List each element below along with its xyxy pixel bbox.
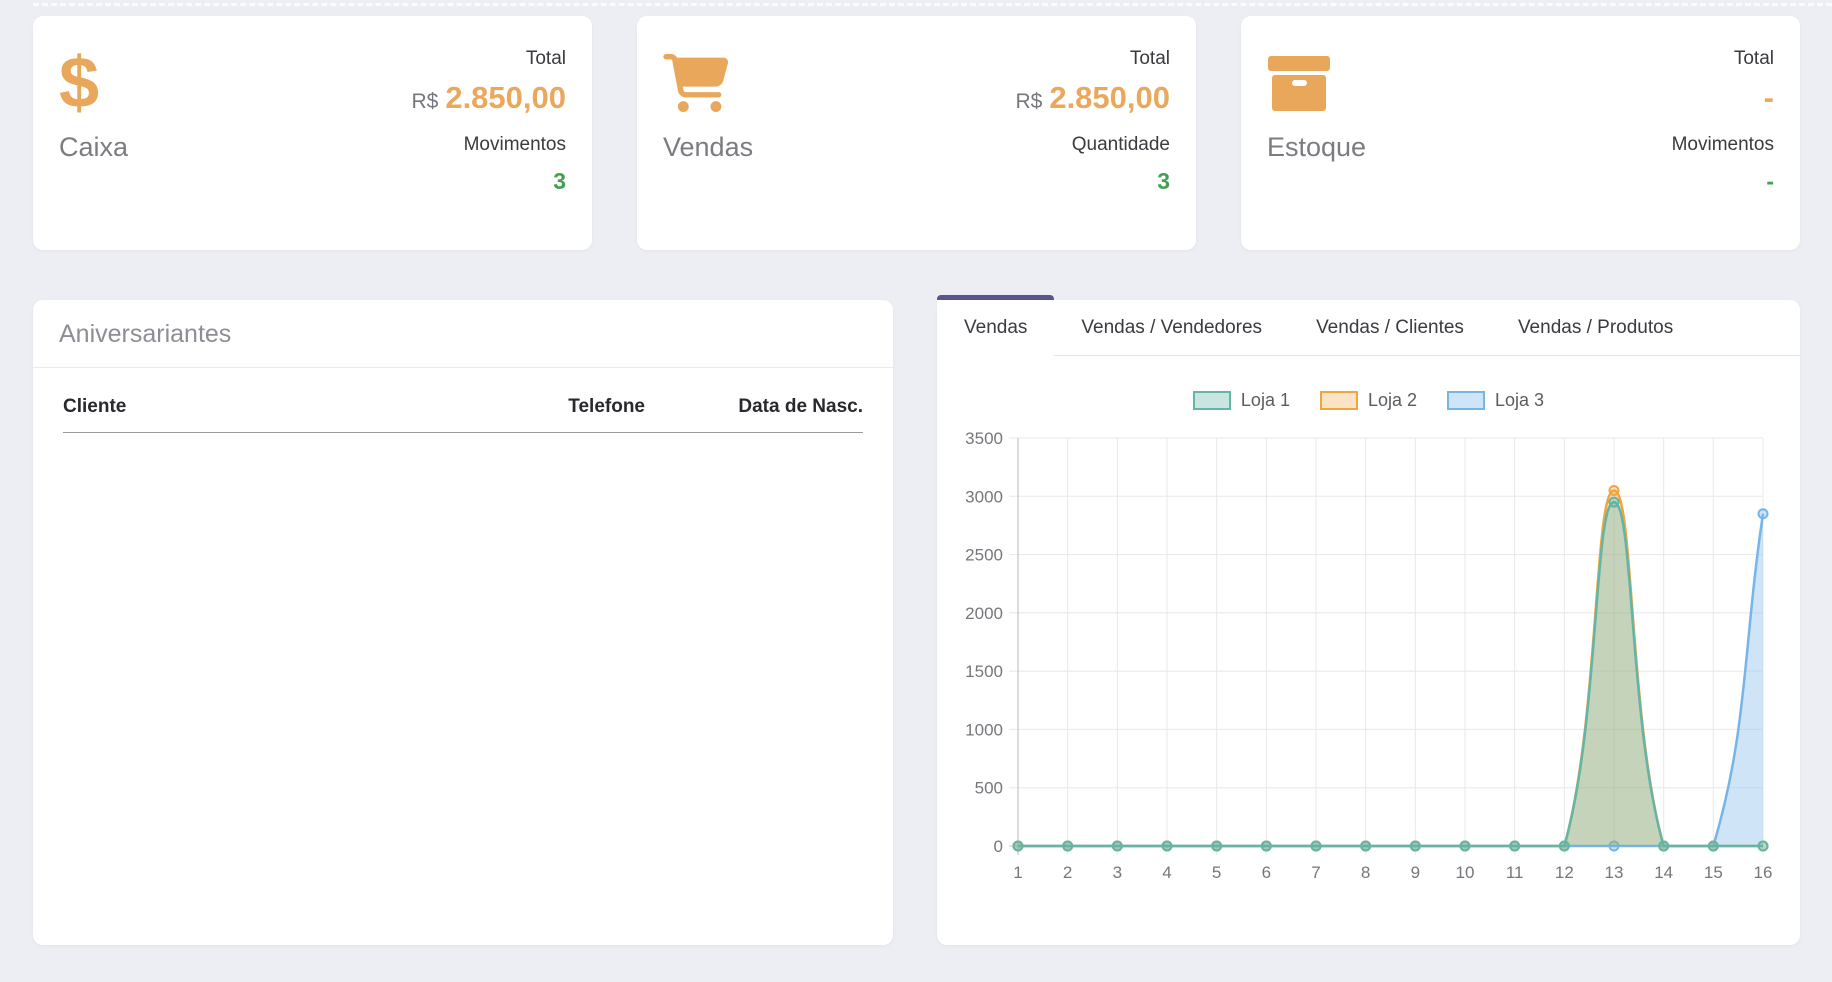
svg-text:12: 12 [1555,863,1574,882]
svg-text:14: 14 [1654,863,1673,882]
dashboard-page: $ Caixa Total R$ 2.850,00 Movimentos 3 Ve… [0,0,1832,982]
sales-tabs: Vendas Vendas / Vendedores Vendas / Clie… [937,300,1800,356]
total-value: 2.850,00 [445,80,566,115]
svg-text:13: 13 [1605,863,1624,882]
svg-text:15: 15 [1704,863,1723,882]
svg-text:1: 1 [1013,863,1022,882]
birthdays-table: Cliente Telefone Data de Nasc. [63,396,863,433]
svg-text:500: 500 [975,779,1003,798]
svg-text:11: 11 [1506,863,1524,882]
count-label: Movimentos [1672,134,1774,156]
sales-chart-panel: Vendas Vendas / Vendedores Vendas / Clie… [937,300,1800,945]
svg-text:4: 4 [1162,863,1171,882]
svg-text:3500: 3500 [965,429,1003,448]
card-title: Caixa [59,132,128,163]
dollar-icon: $ [59,40,128,126]
count-value: 3 [553,168,566,195]
card-title: Estoque [1267,132,1366,163]
svg-text:0: 0 [994,837,1003,856]
total-label: Total [1734,48,1774,70]
currency-prefix: R$ [1015,90,1042,113]
legend-swatch [1193,391,1231,410]
count-value: 3 [1157,168,1170,195]
legend-item[interactable]: Loja 2 [1320,390,1417,411]
legend-label: Loja 1 [1241,390,1290,411]
count-label: Quantidade [1072,134,1170,156]
svg-text:2000: 2000 [965,604,1003,623]
svg-text:5: 5 [1212,863,1221,882]
legend-swatch [1320,391,1358,410]
tab-vendas-produtos[interactable]: Vendas / Produtos [1491,300,1700,356]
tab-vendas-vendedores[interactable]: Vendas / Vendedores [1054,300,1289,356]
svg-text:1000: 1000 [965,720,1003,739]
vendas-card: Vendas Total R$ 2.850,00 Quantidade 3 [637,16,1196,250]
tab-vendas[interactable]: Vendas [937,295,1054,356]
legend-item[interactable]: Loja 1 [1193,390,1290,411]
svg-text:3000: 3000 [965,487,1003,506]
card-title: Vendas [663,132,753,163]
svg-text:3: 3 [1113,863,1122,882]
legend-label: Loja 3 [1495,390,1544,411]
svg-text:6: 6 [1262,863,1271,882]
top-dashed-divider [33,3,1832,6]
box-icon [1267,40,1366,126]
count-value: - [1766,168,1774,195]
legend-item[interactable]: Loja 3 [1447,390,1544,411]
caixa-card: $ Caixa Total R$ 2.850,00 Movimentos 3 [33,16,592,250]
total-label: Total [1130,48,1170,70]
column-header-client: Cliente [63,396,485,433]
svg-text:8: 8 [1361,863,1370,882]
svg-text:7: 7 [1311,863,1320,882]
svg-text:2500: 2500 [965,546,1003,565]
column-header-birthdate: Data de Nasc. [645,396,863,433]
total-value: 2.850,00 [1049,80,1170,115]
chart-legend: Loja 1 Loja 2 Loja 3 [937,388,1800,412]
cart-icon [663,40,753,126]
birthdays-panel: Aniversariantes Cliente Telefone Data de… [33,300,893,945]
svg-text:10: 10 [1456,863,1475,882]
total-value: - [1764,80,1774,115]
legend-swatch [1447,391,1485,410]
legend-label: Loja 2 [1368,390,1417,411]
column-header-phone: Telefone [485,396,645,433]
currency-prefix: R$ [411,90,438,113]
total-label: Total [526,48,566,70]
estoque-card: Estoque Total - Movimentos - [1241,16,1800,250]
tab-vendas-clientes[interactable]: Vendas / Clientes [1289,300,1491,356]
svg-text:16: 16 [1754,863,1773,882]
svg-text:1500: 1500 [965,662,1003,681]
birthdays-title: Aniversariantes [33,300,893,368]
panels-row: Aniversariantes Cliente Telefone Data de… [33,300,1800,945]
count-label: Movimentos [464,134,566,156]
svg-text:2: 2 [1063,863,1072,882]
stat-cards-row: $ Caixa Total R$ 2.850,00 Movimentos 3 Ve… [33,16,1800,250]
svg-text:9: 9 [1411,863,1420,882]
tabs-filler [1700,300,1800,356]
sales-line-chart[interactable]: 0500100015002000250030003500123456789101… [937,418,1800,894]
